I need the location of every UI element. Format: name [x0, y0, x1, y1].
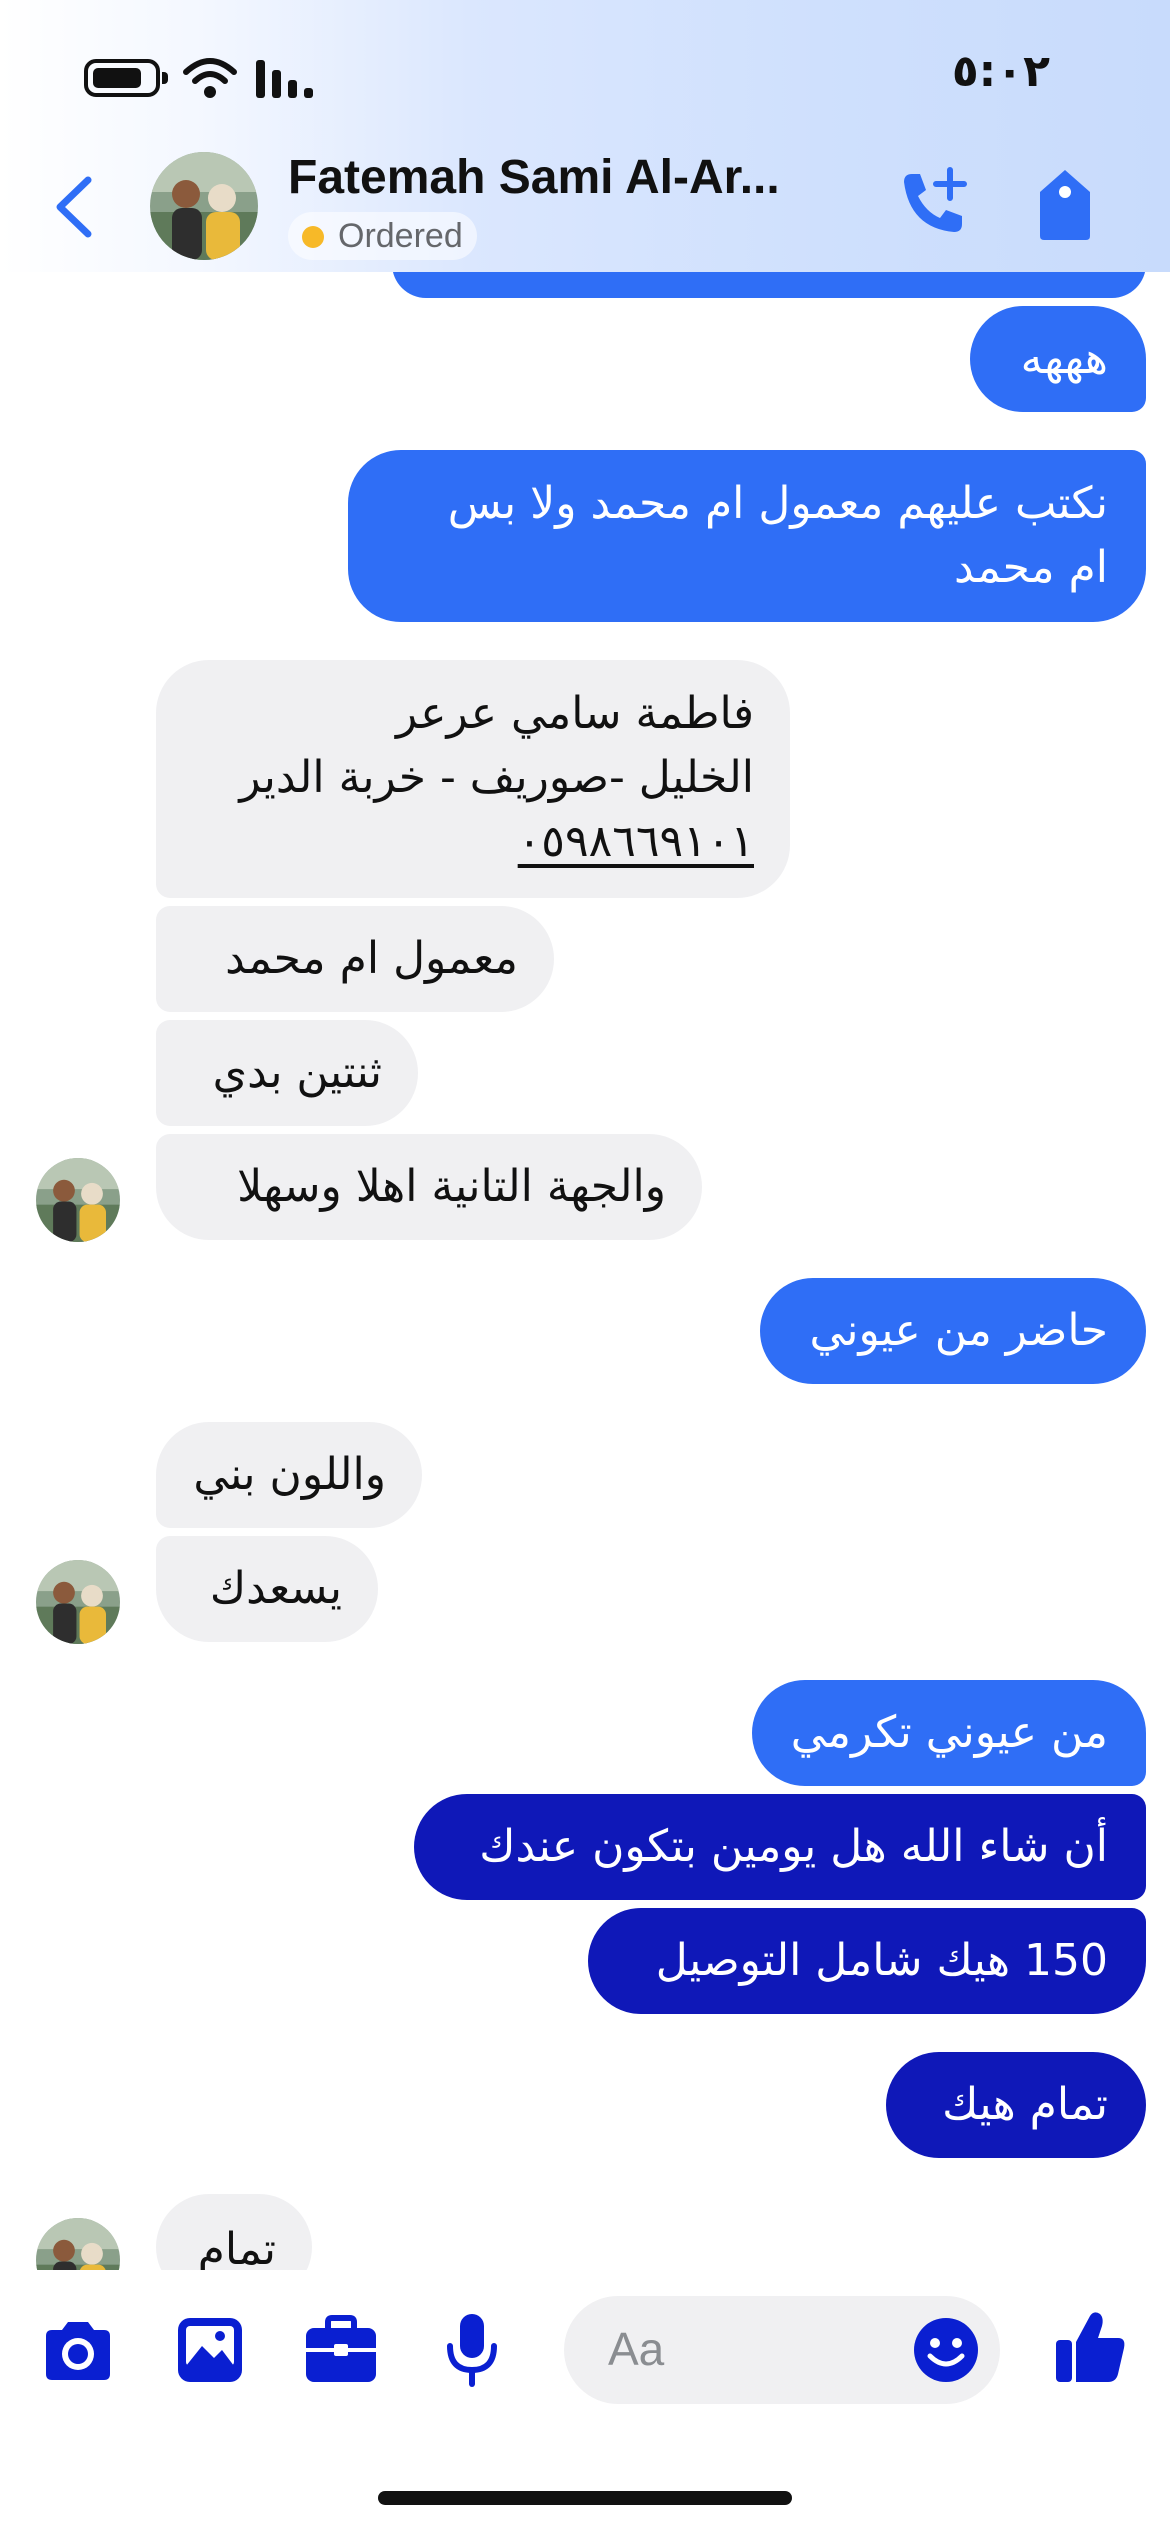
phone-number-link[interactable]: ٠٥٩٨٦٦٩١٠١: [192, 810, 754, 874]
sender-avatar[interactable]: [36, 1158, 120, 1242]
message-text: واللون بني: [193, 1449, 386, 1500]
signal-icon: [256, 60, 313, 98]
message-bubble-outgoing[interactable]: حاضر من عيوني: [760, 1278, 1146, 1384]
message-text: يسعدك: [209, 1563, 342, 1614]
message-text: معمول ام محمد: [225, 933, 518, 984]
message-bubble-outgoing[interactable]: 150 هيك شامل التوصيل: [588, 1908, 1146, 2014]
order-status-label: Ordered: [338, 217, 463, 255]
battery-icon: [84, 59, 168, 97]
message-text: ثنتين بدي: [212, 1047, 382, 1098]
briefcase-icon[interactable]: [304, 2314, 378, 2384]
message-text: ام محمد: [954, 542, 1108, 593]
message-text: الخليل -صوريف - خربة الدير: [239, 752, 754, 803]
home-indicator[interactable]: [378, 2491, 792, 2505]
order-status-badge[interactable]: Ordered: [288, 212, 477, 260]
back-button[interactable]: [48, 172, 98, 242]
message-bubble-outgoing[interactable]: نكتب عليهم معمول ام محمد ولا بس ام محمد: [348, 450, 1146, 622]
avatar-photo: [150, 152, 258, 260]
message-bubble-incoming[interactable]: واللون بني: [156, 1422, 422, 1528]
contact-avatar[interactable]: [150, 152, 258, 260]
thumbs-up-icon[interactable]: [1054, 2308, 1128, 2384]
message-text: والجهة التانية اهلا وسهلا: [237, 1161, 666, 1212]
message-text: نكتب عليهم معمول ام محمد ولا بس: [447, 478, 1108, 529]
order-status-dot: [302, 226, 324, 248]
microphone-icon[interactable]: [444, 2310, 500, 2390]
message-text: حاضر من عيوني: [809, 1305, 1108, 1356]
status-time: ٥:٠٢: [951, 46, 1050, 97]
message-bubble-incoming[interactable]: ثنتين بدي: [156, 1020, 418, 1126]
message-text: فاطمة سامي عرعر: [395, 688, 754, 739]
avatar-photo: [36, 1158, 120, 1242]
message-bubble-outgoing[interactable]: تمام هيك: [886, 2052, 1146, 2158]
message-bubble-incoming[interactable]: معمول ام محمد: [156, 906, 554, 1012]
message-input[interactable]: Aa: [564, 2296, 1000, 2404]
message-bubble-outgoing[interactable]: من عيوني تكرمي: [752, 1680, 1146, 1786]
message-bubble-outgoing[interactable]: هههه: [970, 306, 1146, 412]
message-text: أن شاء الله هل يومين بتكون عندك: [479, 1821, 1108, 1872]
status-bar: ٥:٠٢: [0, 0, 1170, 140]
chat-header: ٥:٠٢ Fatemah Sami Al-Ar... Ordered: [0, 0, 1170, 272]
message-bubble-incoming[interactable]: يسعدك: [156, 1536, 378, 1642]
message-text: من عيوني تكرمي: [790, 1707, 1108, 1758]
emoji-icon[interactable]: [912, 2316, 980, 2384]
sender-avatar[interactable]: [36, 1560, 120, 1644]
message-text: هههه: [1020, 333, 1108, 384]
camera-icon[interactable]: [40, 2318, 116, 2382]
message-text: 150 هيك شامل التوصيل: [655, 1935, 1108, 1986]
message-bubble-incoming[interactable]: فاطمة سامي عرعر الخليل -صوريف - خربة الد…: [156, 660, 790, 898]
message-bubble-outgoing[interactable]: أن شاء الله هل يومين بتكون عندك: [414, 1794, 1146, 1900]
order-tag-icon[interactable]: [1030, 164, 1100, 244]
avatar-photo: [36, 1560, 120, 1644]
contact-name[interactable]: Fatemah Sami Al-Ar...: [288, 150, 848, 212]
wifi-icon: [183, 58, 237, 98]
message-text: تمام هيك: [942, 2079, 1108, 2130]
gallery-icon[interactable]: [176, 2316, 244, 2384]
message-bubble-incoming[interactable]: والجهة التانية اهلا وسهلا: [156, 1134, 702, 1240]
audio-call-button[interactable]: [896, 164, 972, 240]
message-input-placeholder: Aa: [608, 2323, 665, 2375]
